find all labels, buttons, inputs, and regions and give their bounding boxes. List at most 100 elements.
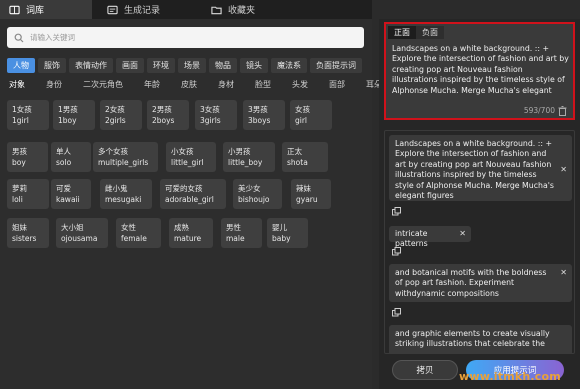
tag-en: 2girls [105,116,126,125]
tag-en: 2boys [152,116,175,125]
subcategory-age[interactable]: 年龄 [144,79,160,90]
prompt-fragment-list: Landscapes on a white background. :: + E… [384,130,575,354]
category-people[interactable]: 人物 [7,58,35,73]
tab-positive[interactable]: 正面 [388,26,416,39]
tag-en: 1girl [12,116,29,125]
tag-chip[interactable]: 可爱的女孩 adorable_girl [160,179,226,209]
tab-history-label: 生成记录 [124,6,161,16]
tag-en: sisters [12,234,37,243]
copy-icon[interactable] [392,308,401,317]
tag-chip[interactable]: 1女孩 1girl [7,100,49,130]
tag-zh: 女孩 [295,105,310,114]
tag-chip[interactable]: 辣妹 gyaru [291,179,331,209]
tag-en: female [121,234,147,243]
tag-en: little_girl [171,158,204,167]
tag-zh: 姐妹 [12,223,27,232]
tag-chip[interactable]: 2女孩 2girls [100,100,142,130]
tag-chip[interactable]: 正太 shota [282,142,328,172]
tag-chip[interactable]: 可爱 kawaii [51,179,91,209]
tag-chip[interactable]: 3女孩 3girls [195,100,237,130]
tag-zh: 可爱的女孩 [165,184,203,193]
tab-history[interactable]: 生成记录 [92,0,182,19]
tag-zh: 辣妹 [296,184,311,193]
tag-chip[interactable]: 多个女孩 multiple_girls [93,142,158,172]
tag-zh: 雌小鬼 [105,184,128,193]
tag-zh: 小男孩 [228,147,251,156]
tag-chip[interactable]: 单人 solo [51,142,91,172]
top-tab-bar: 词库 生成记录 收藏夹 [0,0,372,19]
tag-chip[interactable]: 小男孩 little_boy [223,142,275,172]
subcategory-face-shape[interactable]: 脸型 [255,79,271,90]
tab-wordbank[interactable]: 词库 [0,0,92,19]
tag-en: kawaii [56,195,80,204]
tag-chip[interactable]: 成熟 mature [169,218,213,248]
tag-chip[interactable]: 姐妹 sisters [7,218,49,248]
prompt-fragment[interactable]: Landscapes on a white background. :: + E… [389,135,572,201]
category-objects[interactable]: 物品 [209,58,237,73]
prompt-editor[interactable]: 正面 负面 Landscapes on a white background. … [384,22,575,120]
subcategory-hair[interactable]: 头发 [292,79,308,90]
category-expression[interactable]: 表情动作 [69,58,113,73]
tag-en: 3girls [200,116,221,125]
category-negative[interactable]: 负面提示词 [310,58,362,73]
tag-chip[interactable]: 萝莉 loli [7,179,49,209]
tab-favorites[interactable]: 收藏夹 [182,0,272,19]
tag-zh: 3女孩 [200,105,220,114]
close-icon[interactable]: ✕ [560,165,567,175]
subcategory-object[interactable]: 对象 [9,79,25,90]
tag-en: bishoujo [238,195,270,204]
tag-chip[interactable]: 女性 female [116,218,161,248]
tag-en: baby [272,234,291,243]
tag-en: mesugaki [105,195,142,204]
tag-zh: 2男孩 [152,105,172,114]
tag-en: girl [295,116,308,125]
category-camera[interactable]: 镜头 [240,58,268,73]
copy-icon[interactable] [392,247,401,256]
search-input[interactable]: 请输入关键词 [7,27,364,48]
prompt-fragment[interactable]: and botanical motifs with the boldness o… [389,264,572,302]
tag-chip[interactable]: 大小姐 ojousama [56,218,108,248]
category-magic[interactable]: 魔法系 [271,58,307,73]
tag-en: ojousama [61,234,98,243]
subcategory-bar: 对象 身份 二次元角色 年龄 皮肤 身材 脸型 头发 面部 耳朵 [9,79,403,90]
tag-zh: 3男孩 [248,105,268,114]
prompt-fragment[interactable]: intricate patterns ✕ [389,226,471,248]
char-count: 593/700 [523,106,555,115]
prompt-fragment[interactable]: and graphic elements to create visually … [389,325,572,353]
tag-chip[interactable]: 3男孩 3boys [243,100,285,130]
close-icon[interactable]: ✕ [560,268,567,278]
subcategory-anime[interactable]: 二次元角色 [83,79,123,90]
subcategory-skin[interactable]: 皮肤 [181,79,197,90]
category-scene[interactable]: 场景 [178,58,206,73]
tab-negative[interactable]: 负面 [416,26,444,39]
subcategory-face[interactable]: 面部 [329,79,345,90]
subcategory-identity[interactable]: 身份 [46,79,62,90]
tag-chip[interactable]: 男性 male [221,218,262,248]
tag-zh: 萝莉 [12,184,27,193]
copy-button[interactable]: 拷贝 [392,360,458,380]
category-environment[interactable]: 环境 [147,58,175,73]
subcategory-body[interactable]: 身材 [218,79,234,90]
tab-wordbank-label: 词库 [26,6,45,16]
tag-chip[interactable]: 小女孩 little_girl [166,142,216,172]
tag-zh: 女性 [121,223,136,232]
tag-chip[interactable]: 婴儿 baby [267,218,308,248]
record-icon [106,5,118,15]
tag-en: loli [12,195,23,204]
tag-en: gyaru [296,195,318,204]
tag-chip[interactable]: 女孩 girl [290,100,332,130]
tag-zh: 男性 [226,223,241,232]
tag-chip[interactable]: 男孩 boy [7,142,48,172]
category-scene-frame[interactable]: 画面 [116,58,144,73]
tag-zh: 大小姐 [61,223,84,232]
trash-icon[interactable] [558,106,567,116]
book-icon [8,5,20,15]
tag-chip[interactable]: 雌小鬼 mesugaki [100,179,152,209]
category-clothing[interactable]: 服饰 [38,58,66,73]
tag-chip[interactable]: 1男孩 1boy [53,100,95,130]
tag-chip[interactable]: 美少女 bishoujo [233,179,282,209]
tag-chip[interactable]: 2男孩 2boys [147,100,189,130]
prompt-textarea[interactable]: Landscapes on a white background. :: + E… [392,44,570,96]
copy-icon[interactable] [392,207,401,216]
close-icon[interactable]: ✕ [459,229,466,239]
